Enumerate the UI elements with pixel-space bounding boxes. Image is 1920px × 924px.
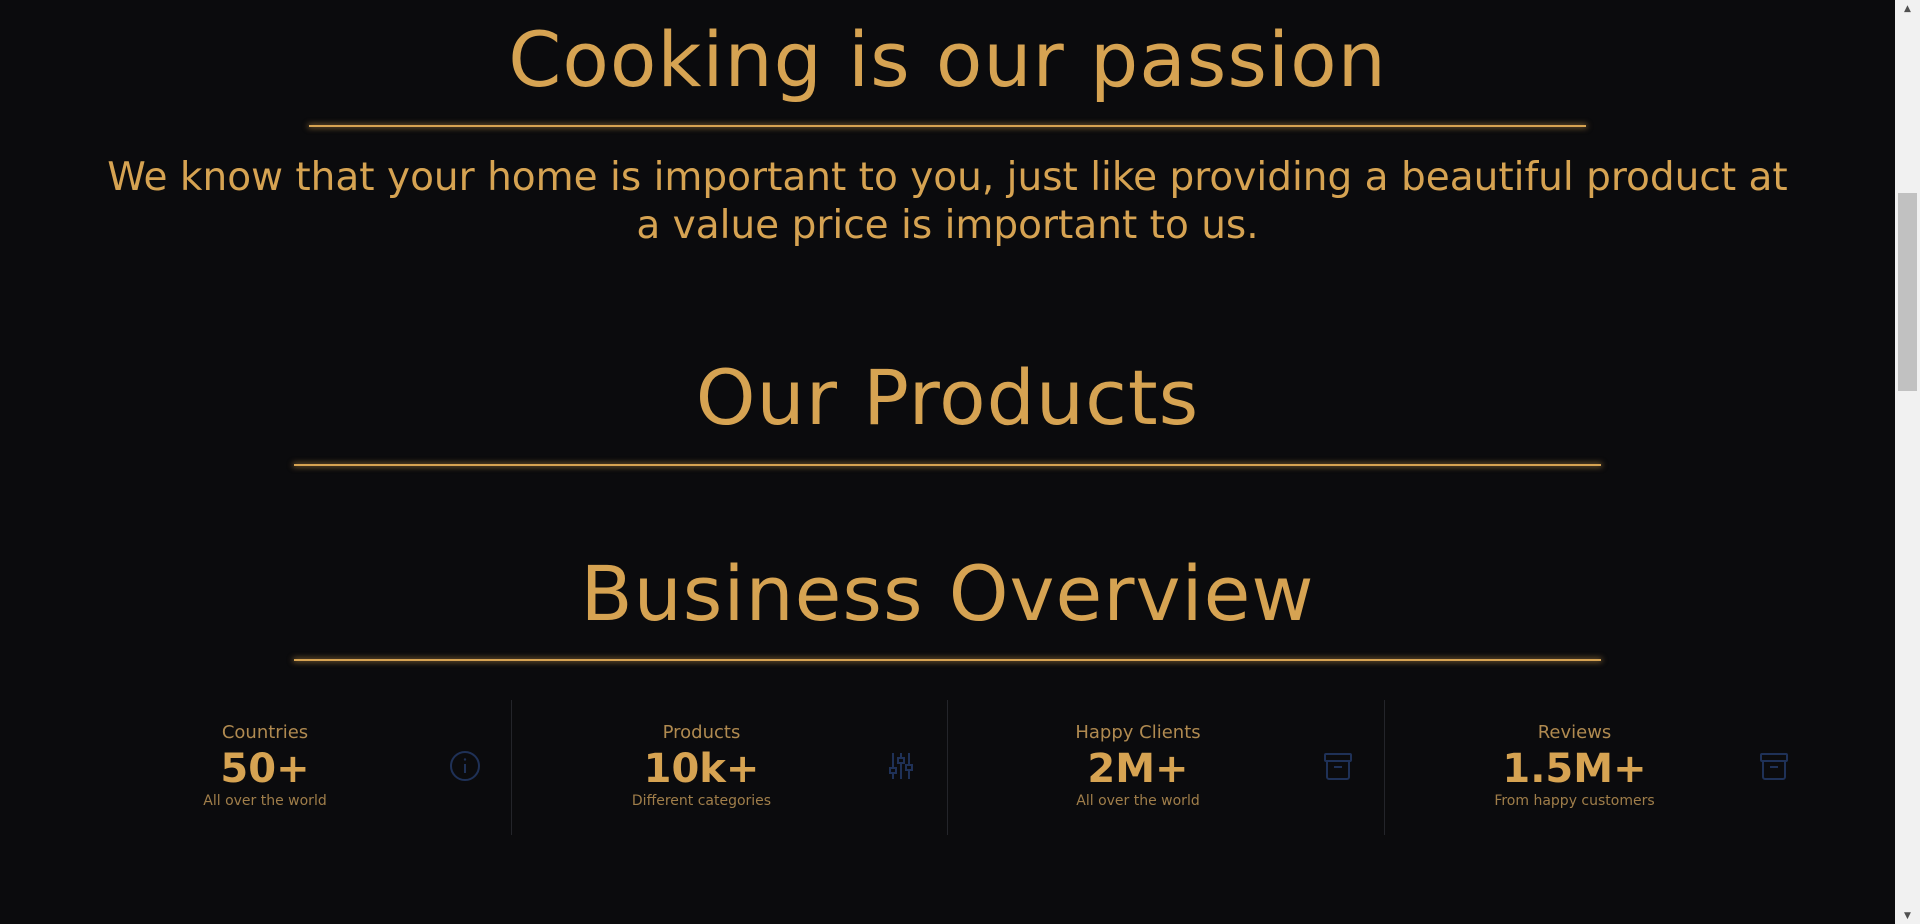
stat-desc: All over the world	[1076, 793, 1200, 809]
stats-row: Countries 50+ All over the world Product…	[75, 700, 1820, 835]
cooking-title: Cooking is our passion	[508, 15, 1387, 104]
scroll-up-arrow-icon[interactable]: ▲	[1895, 0, 1920, 17]
stat-countries: Countries 50+ All over the world	[75, 700, 512, 835]
intro-text: We know that your home is important to y…	[107, 155, 1788, 248]
stat-happy-clients: Happy Clients 2M+ All over the world	[948, 700, 1385, 835]
stat-desc: Different categories	[631, 793, 772, 809]
products-divider	[294, 464, 1601, 466]
sliders-icon	[885, 750, 917, 782]
business-title: Business Overview	[580, 549, 1315, 638]
products-title: Our Products	[695, 353, 1200, 442]
stat-value: 1.5M+	[1502, 746, 1647, 792]
stat-title: Countries	[221, 722, 309, 743]
stat-value: 2M+	[1087, 746, 1189, 792]
scrollbar-thumb[interactable]	[1898, 193, 1917, 391]
stat-products: Products 10k+ Different categories	[512, 700, 948, 835]
info-icon	[449, 750, 481, 782]
archive-icon	[1322, 750, 1354, 782]
page: Cooking is our passion We know that your…	[0, 0, 1895, 924]
business-divider	[294, 659, 1601, 661]
stat-title: Happy Clients	[1075, 722, 1201, 743]
vertical-scrollbar[interactable]: ▲ ▼	[1895, 0, 1920, 924]
cooking-divider	[309, 125, 1586, 127]
archive-icon	[1758, 750, 1790, 782]
stat-desc: From happy customers	[1494, 793, 1655, 809]
stat-reviews: Reviews 1.5M+ From happy customers	[1385, 700, 1821, 835]
stat-desc: All over the world	[203, 793, 327, 809]
stat-title: Products	[662, 722, 741, 743]
scroll-down-arrow-icon[interactable]: ▼	[1895, 907, 1920, 924]
stat-value: 10k+	[643, 746, 760, 792]
stat-value: 50+	[220, 746, 310, 792]
stat-title: Reviews	[1537, 722, 1612, 743]
